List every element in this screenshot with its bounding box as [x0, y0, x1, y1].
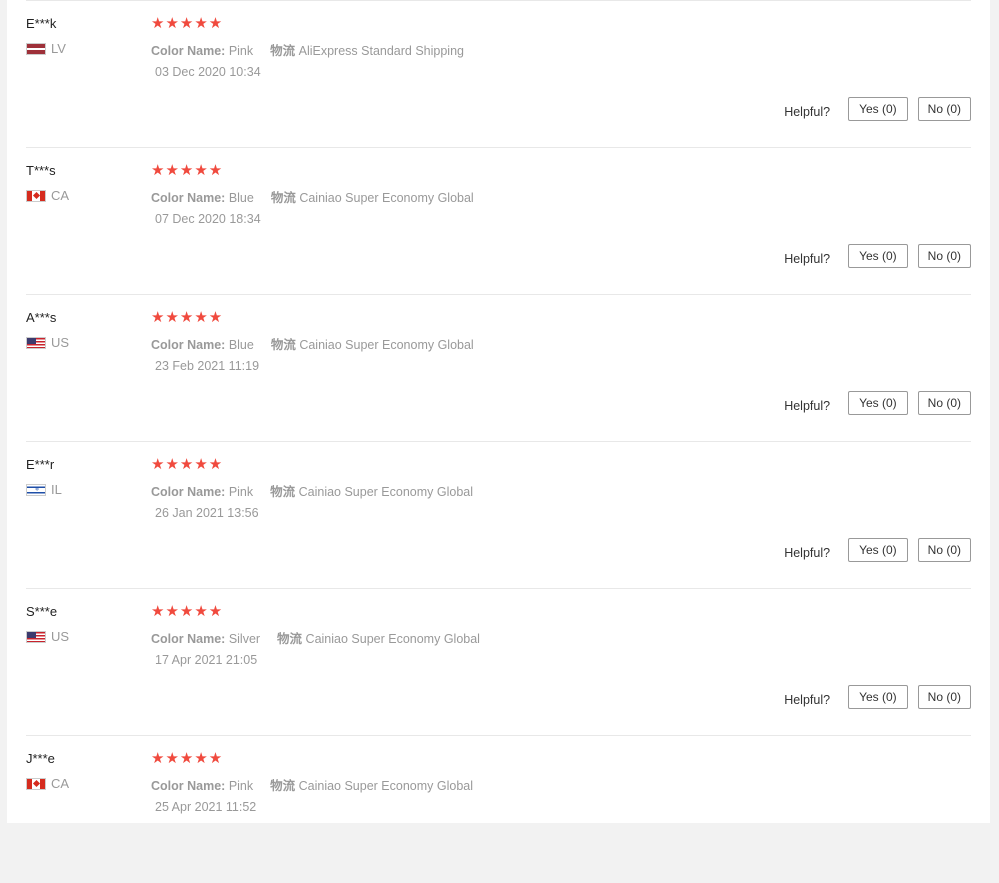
reviewer-name: E***r — [26, 457, 55, 472]
review-item: J***e CA ★★★★★ Color Name: Pink 物流 Caini… — [26, 735, 971, 883]
rating-stars: ★★★★★ — [151, 162, 224, 179]
reviewer-country: CA — [26, 188, 69, 203]
helpful-no-button[interactable]: No (0) — [917, 538, 971, 562]
review-attributes: Color Name: Silver 物流 Cainiao Super Econ… — [151, 628, 480, 647]
helpful-label: Helpful? — [784, 399, 831, 413]
review-date: 03 Dec 2020 10:34 — [155, 65, 261, 79]
latvia-flag-icon — [26, 42, 46, 55]
helpful-label: Helpful? — [784, 252, 831, 266]
reviewer-country: LV — [26, 41, 66, 56]
country-code: CA — [51, 188, 70, 203]
country-code: LV — [51, 41, 66, 56]
shipping-label: 物流 — [270, 779, 296, 793]
reviewer-country: US — [26, 335, 69, 350]
review-attributes: Color Name: Pink 物流 Cainiao Super Econom… — [151, 775, 473, 794]
shipping-value: Cainiao Super Economy Global — [299, 191, 474, 205]
shipping-label: 物流 — [270, 485, 296, 499]
helpful-no-button[interactable]: No (0) — [917, 97, 971, 121]
color-label: Color Name: — [151, 485, 226, 499]
reviewer-name: T***s — [26, 163, 56, 178]
helpful-label: Helpful? — [784, 546, 831, 560]
shipping-value: Cainiao Super Economy Global — [298, 779, 474, 793]
helpful-controls: Helpful? Yes (0) No (0) — [784, 391, 971, 415]
color-value: Pink — [228, 485, 254, 499]
reviewer-name: E***k — [26, 16, 57, 31]
country-code: US — [51, 629, 70, 644]
helpful-controls: Helpful? Yes (0) No (0) — [784, 97, 971, 121]
review-date: 26 Jan 2021 13:56 — [155, 506, 259, 520]
color-label: Color Name: — [151, 191, 226, 205]
helpful-no-button[interactable]: No (0) — [917, 391, 971, 415]
helpful-no-button[interactable]: No (0) — [917, 685, 971, 709]
rating-stars: ★★★★★ — [151, 309, 224, 326]
reviewer-country: CA — [26, 776, 69, 791]
rating-stars: ★★★★★ — [151, 603, 224, 620]
color-value: Blue — [228, 338, 254, 352]
helpful-no-button[interactable]: No (0) — [917, 244, 971, 268]
israel-flag-icon: ✡ — [26, 483, 46, 496]
color-value: Blue — [228, 191, 254, 205]
color-value: Pink — [228, 44, 254, 58]
shipping-label: 物流 — [270, 338, 296, 352]
helpful-yes-button[interactable]: Yes (0) — [848, 97, 908, 121]
review-item: T***s CA ★★★★★ Color Name: Blue 物流 Caini… — [26, 147, 971, 295]
color-label: Color Name: — [151, 632, 226, 646]
reviewer-name: J***e — [26, 751, 55, 766]
shipping-label: 物流 — [270, 191, 296, 205]
shipping-label: 物流 — [277, 632, 303, 646]
canada-flag-icon — [26, 777, 46, 790]
review-attributes: Color Name: Pink 物流 AliExpress Standard … — [151, 40, 464, 59]
rating-stars: ★★★★★ — [151, 15, 224, 32]
shipping-value: Cainiao Super Economy Global — [298, 485, 474, 499]
country-code: CA — [51, 776, 70, 791]
review-date: 23 Feb 2021 11:19 — [155, 359, 260, 373]
helpful-yes-button[interactable]: Yes (0) — [848, 538, 908, 562]
review-date: 07 Dec 2020 18:34 — [155, 212, 261, 226]
helpful-controls: Helpful? Yes (0) No (0) — [784, 538, 971, 562]
helpful-yes-button[interactable]: Yes (0) — [848, 685, 908, 709]
canada-flag-icon — [26, 189, 46, 202]
reviewer-name: S***e — [26, 604, 58, 619]
review-item: S***e US ★★★★★ Color Name: Silver 物流 Cai… — [26, 588, 971, 736]
review-item: E***k LV ★★★★★ Color Name: Pink 物流 AliEx… — [26, 0, 971, 148]
color-label: Color Name: — [151, 338, 226, 352]
usa-flag-icon — [26, 336, 46, 349]
usa-flag-icon — [26, 630, 46, 643]
shipping-value: AliExpress Standard Shipping — [298, 44, 464, 58]
color-value: Silver — [228, 632, 261, 646]
helpful-label: Helpful? — [784, 105, 831, 119]
review-date: 17 Apr 2021 21:05 — [155, 653, 258, 667]
review-date: 25 Apr 2021 11:52 — [155, 800, 257, 814]
reviews-panel: E***k LV ★★★★★ Color Name: Pink 物流 AliEx… — [7, 0, 990, 823]
reviewer-country: US — [26, 629, 69, 644]
review-attributes: Color Name: Blue 物流 Cainiao Super Econom… — [151, 334, 474, 353]
country-code: US — [51, 335, 70, 350]
helpful-label: Helpful? — [784, 693, 831, 707]
color-label: Color Name: — [151, 779, 226, 793]
color-label: Color Name: — [151, 44, 226, 58]
color-value: Pink — [228, 779, 254, 793]
rating-stars: ★★★★★ — [151, 456, 224, 473]
helpful-yes-button[interactable]: Yes (0) — [848, 391, 908, 415]
review-attributes: Color Name: Blue 物流 Cainiao Super Econom… — [151, 187, 474, 206]
review-item: A***s US ★★★★★ Color Name: Blue 物流 Caini… — [26, 294, 971, 442]
country-code: IL — [51, 482, 62, 497]
shipping-value: Cainiao Super Economy Global — [305, 632, 480, 646]
reviewer-country: ✡ IL — [26, 482, 62, 497]
shipping-label: 物流 — [270, 44, 296, 58]
reviewer-name: A***s — [26, 310, 57, 325]
review-attributes: Color Name: Pink 物流 Cainiao Super Econom… — [151, 481, 473, 500]
helpful-controls: Helpful? Yes (0) No (0) — [784, 685, 971, 709]
helpful-yes-button[interactable]: Yes (0) — [848, 244, 908, 268]
shipping-value: Cainiao Super Economy Global — [299, 338, 474, 352]
helpful-controls: Helpful? Yes (0) No (0) — [784, 244, 971, 268]
rating-stars: ★★★★★ — [151, 750, 224, 767]
review-item: E***r ✡ IL ★★★★★ Color Name: Pink 物流 Cai… — [26, 441, 971, 589]
